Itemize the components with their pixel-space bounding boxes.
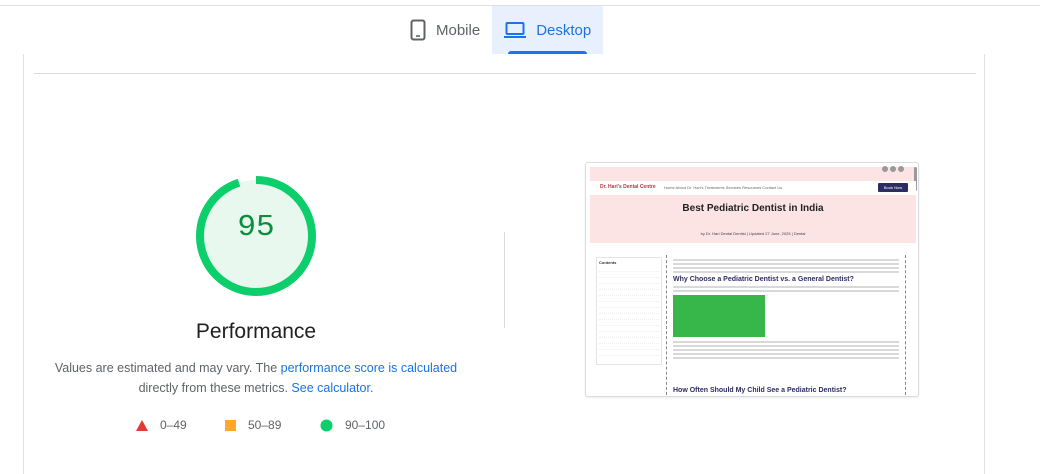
phone-icon [410,19,426,41]
card-divider [34,73,976,74]
thumb-hero: Best Pediatric Dentist in India by Dr. H… [590,195,916,243]
laptop-icon [504,22,527,38]
thumb-toc: Contents [596,257,662,365]
legend-fail-label: 0–49 [160,418,187,432]
thumb-topbar [590,167,916,181]
thumb-logo: Dr. Hari's Dental Centre [600,184,656,190]
thumb-nav: Dr. Hari's Dental Centre Home About Dr. … [590,181,916,195]
tab-desktop[interactable]: Desktop [492,6,604,54]
legend-pass-label: 90–100 [345,418,386,432]
legend-average: 50–89 [225,418,281,432]
thumb-byline: by Dr. Hari Dental Dentist | Updated 27 … [700,231,806,236]
square-icon [225,419,236,431]
performance-score: 95 [237,210,275,245]
device-tabs: Mobile Desktop [398,6,604,54]
legend-fail: 0–49 [136,418,187,432]
tab-desktop-label: Desktop [536,21,592,39]
thumb-toc-title: Contents [599,260,617,265]
score-note: Values are estimated and may vary. The p… [50,358,462,398]
thumb-comparison-table [673,295,765,337]
performance-title: Performance [195,320,317,343]
triangle-icon [136,419,148,431]
performance-score-link[interactable]: performance score is calculated [281,361,457,375]
thumb-content: Why Choose a Pediatric Dentist vs. a Gen… [666,255,906,395]
note-suffix: . [369,381,374,395]
legend-average-label: 50–89 [248,418,282,432]
note-prefix: Values are estimated and may vary. The [54,361,281,375]
thumb-h2-why: Why Choose a Pediatric Dentist vs. a Gen… [673,276,854,283]
legend-pass: 90–100 [320,418,385,432]
see-calculator-link[interactable]: See calculator [291,381,370,395]
thumb-social-icons [882,166,904,172]
vertical-separator [504,232,505,328]
final-screenshot-thumbnail[interactable]: Dr. Hari's Dental Centre Home About Dr. … [585,162,919,397]
circle-icon [320,419,333,431]
thumb-h2-how-often: How Often Should My Child See a Pediatri… [673,387,847,394]
note-mid: directly from these metrics. [138,381,292,395]
thumb-book-button: Book Now [878,183,908,192]
tab-mobile[interactable]: Mobile [398,6,492,54]
thumb-navlinks: Home About Dr. Hari's Treatments Service… [664,185,783,190]
tab-mobile-label: Mobile [436,21,481,39]
thumb-hero-title: Best Pediatric Dentist in India [682,203,824,214]
